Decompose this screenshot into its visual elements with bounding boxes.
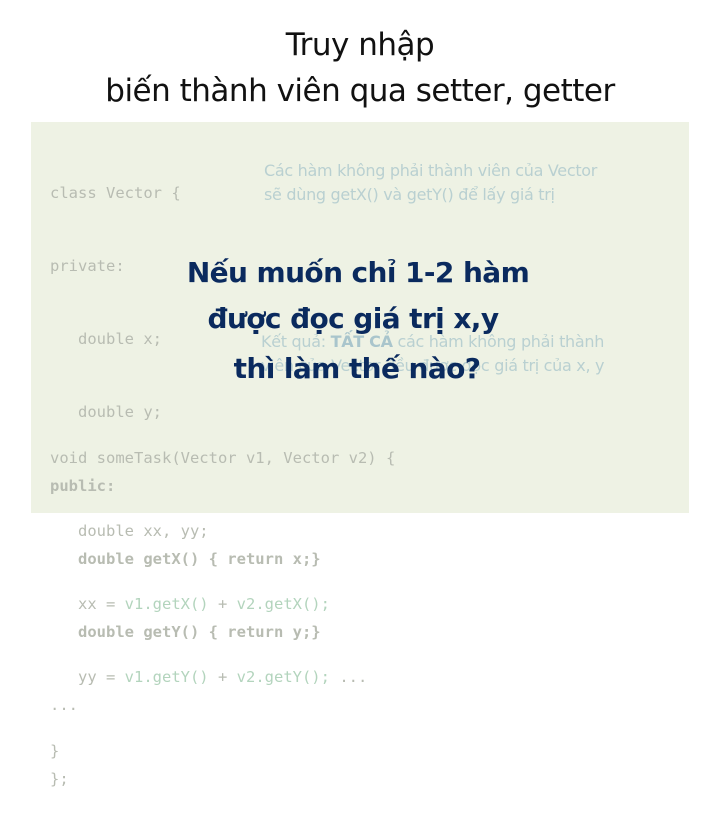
- note-line: Các hàm không phải thành viên của Vector: [264, 161, 598, 180]
- code-token-call: v2.getY();: [236, 668, 330, 687]
- code-token-call: v2.getX();: [236, 595, 330, 614]
- code-token: +: [208, 595, 237, 614]
- some-task-code: void someTask(Vector v1, Vector v2) { do…: [50, 397, 395, 788]
- slide-title-line2: biến thành viên qua setter, getter: [105, 73, 615, 109]
- code-line: xx = v1.getX() + v2.getX();: [50, 592, 395, 616]
- code-token-call: v1.getX(): [124, 595, 209, 614]
- code-line: yy = v1.getY() + v2.getY(); ...: [50, 665, 395, 689]
- slide-title-line1: Truy nhập: [285, 27, 435, 63]
- code-token: +: [208, 668, 237, 687]
- code-token: yy =: [50, 668, 125, 687]
- note-line: sẽ dùng getX() và getY() để lấy giá trị: [264, 185, 555, 204]
- question-line1: Nếu muốn chỉ 1-2 hàm: [186, 256, 530, 289]
- code-line: }: [50, 741, 60, 760]
- non-member-note: Các hàm không phải thành viên của Vector…: [264, 159, 597, 207]
- question-line2: được đọc giá trị x,y: [207, 302, 500, 335]
- slide-title: Truy nhập biến thành viên qua setter, ge…: [0, 22, 720, 114]
- code-token: ...: [329, 668, 368, 687]
- question-line3: thì làm thế nào?: [233, 352, 481, 385]
- code-line: void someTask(Vector v1, Vector v2) {: [50, 448, 396, 467]
- code-token: xx =: [50, 595, 125, 614]
- code-token-call: v1.getY(): [124, 668, 209, 687]
